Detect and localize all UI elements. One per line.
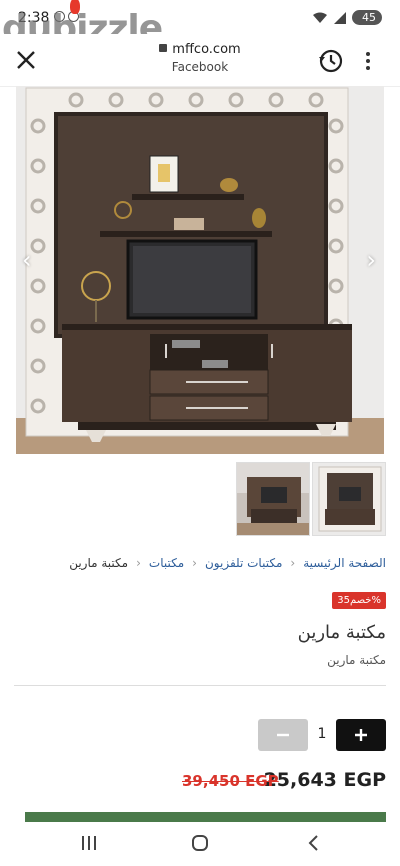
current-price: 25,643 EGP: [263, 769, 386, 791]
increase-quantity-button[interactable]: [336, 719, 386, 751]
minus-icon: [277, 733, 289, 737]
product-image[interactable]: ‹ ›: [16, 86, 384, 454]
breadcrumb-tv-units[interactable]: مكتبات تلفزيون: [205, 556, 282, 570]
thumbnail-2[interactable]: [312, 462, 386, 536]
thumbnail-image: [313, 463, 385, 535]
history-icon[interactable]: [318, 48, 344, 74]
status-right: 45: [312, 10, 382, 25]
prev-image-arrow[interactable]: ‹: [22, 246, 32, 274]
plus-icon: [355, 729, 367, 741]
back-icon[interactable]: [305, 834, 323, 852]
breadcrumb-separator: ‹: [290, 556, 296, 570]
signal-icon: [334, 11, 346, 24]
url-text: mffco.com: [172, 42, 241, 57]
breadcrumb: الصفحة الرئيسية ‹ مكتبات تلفزيون ‹ مكتبا…: [69, 556, 386, 570]
breadcrumb-separator: ‹: [192, 556, 197, 570]
thumbnail-image: [237, 463, 309, 535]
next-image-arrow[interactable]: ›: [366, 246, 376, 274]
wifi-icon: [313, 12, 327, 23]
breadcrumb-libraries[interactable]: مكتبات: [149, 556, 184, 570]
discount-badge: خصم35%: [332, 592, 386, 609]
flame-icon: [70, 0, 80, 14]
product-title: مكتبة مارين: [297, 622, 386, 643]
add-to-cart-button[interactable]: [25, 812, 386, 822]
more-options-icon[interactable]: [366, 52, 370, 73]
home-icon[interactable]: [191, 834, 209, 852]
thumbnail-1[interactable]: [236, 462, 310, 536]
product-subtitle: مكتبة مارين: [327, 653, 386, 667]
browser-toolbar: mffco.com Facebook: [0, 34, 400, 87]
breadcrumb-home[interactable]: الصفحة الرئيسية: [303, 556, 386, 570]
recent-apps-icon[interactable]: [80, 834, 98, 852]
system-navigation-bar: [0, 826, 400, 866]
breadcrumb-separator: ‹: [136, 556, 141, 570]
old-price: 39,450 EGP: [182, 772, 279, 790]
battery-indicator: 45: [352, 10, 382, 25]
breadcrumb-current: مكتبة مارين: [69, 556, 129, 570]
divider: [14, 685, 386, 686]
quantity-value[interactable]: 1: [306, 726, 338, 742]
lock-icon: [159, 44, 168, 52]
tv-unit-illustration: [16, 86, 384, 454]
decrease-quantity-button[interactable]: [258, 719, 308, 751]
